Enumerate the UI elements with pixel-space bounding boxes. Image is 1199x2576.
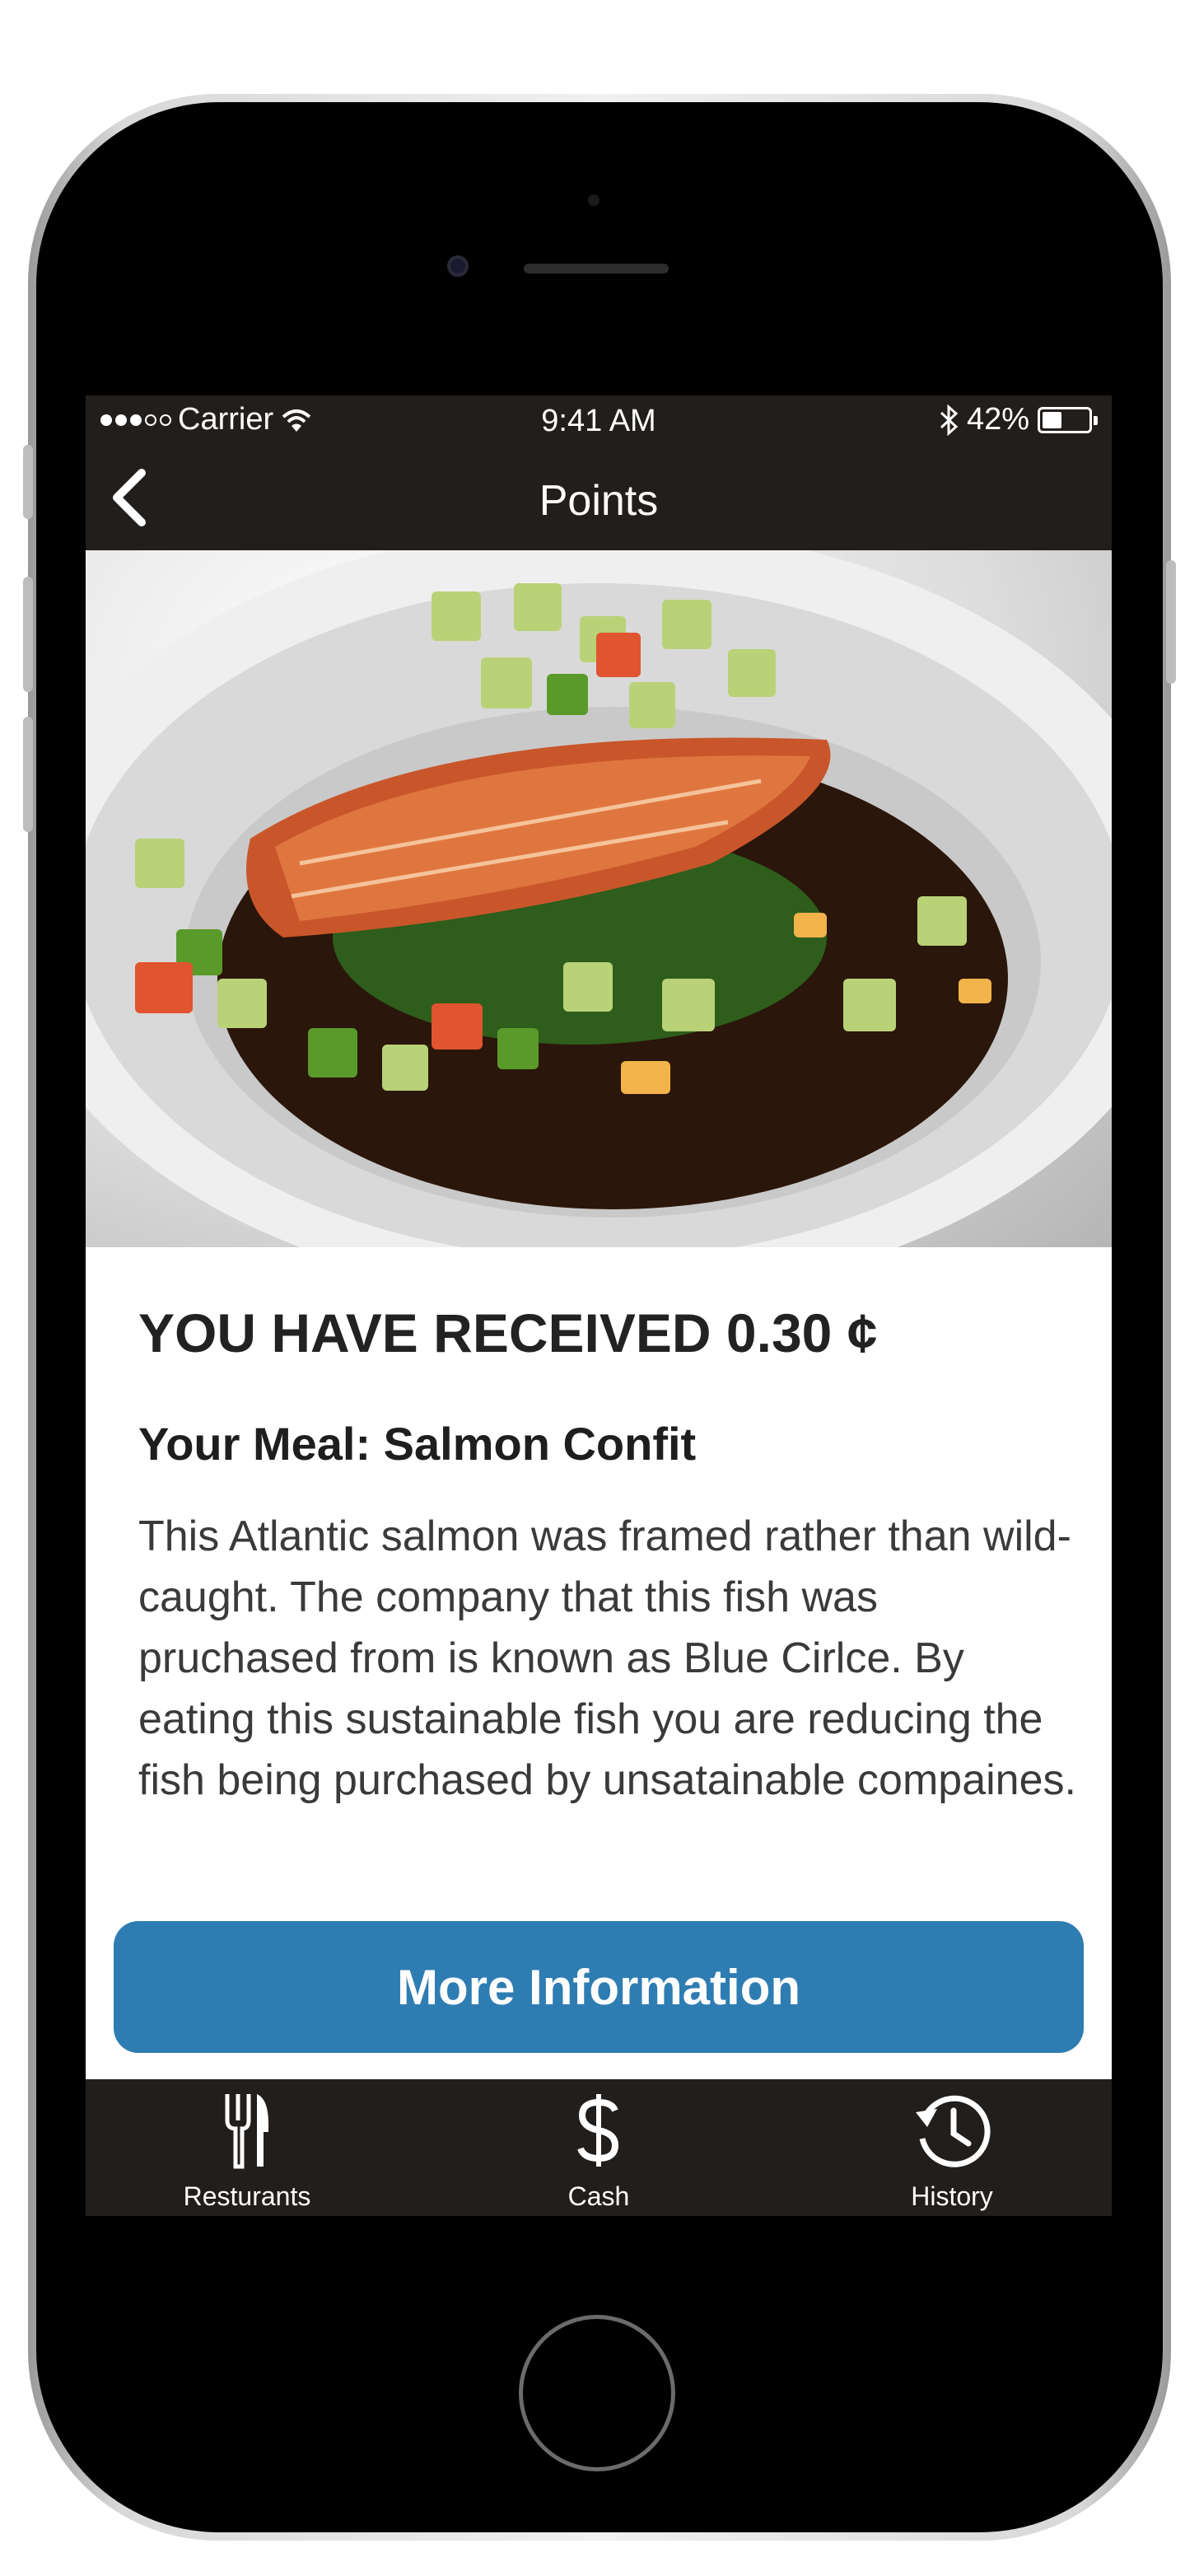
tab-restaurants[interactable]: Resturants: [124, 2079, 371, 2216]
fork-knife-icon: [124, 2089, 371, 2172]
meal-description: This Atlantic salmon was framed rather t…: [138, 1512, 1076, 1804]
mute-switch: [23, 445, 33, 519]
page-title: Points: [539, 477, 659, 525]
tab-label: Resturants: [183, 2181, 311, 2211]
meal-photo: [86, 550, 1112, 1247]
tab-label: Cash: [567, 2181, 630, 2211]
tab-bar: Resturants Cash History: [86, 2079, 1112, 2216]
tab-history[interactable]: History: [828, 2079, 1075, 2216]
meal-title: Your Meal: Salmon Confit: [138, 1418, 697, 1470]
battery-icon: [1038, 406, 1098, 433]
status-right: 42%: [939, 402, 1098, 437]
volume-up-button: [23, 577, 33, 692]
more-information-button[interactable]: More Information: [114, 1921, 1084, 2053]
bluetooth-icon: [940, 404, 959, 436]
front-camera: [447, 255, 469, 277]
battery-level: [1043, 411, 1061, 428]
dollar-icon: [475, 2089, 722, 2172]
nav-bar: Points: [86, 445, 1112, 550]
home-button[interactable]: [519, 2315, 675, 2471]
volume-down-button: [23, 717, 33, 832]
earpiece-speaker: [524, 264, 669, 273]
battery-percent: 42%: [966, 402, 1029, 437]
meal-illustration: [86, 550, 1112, 1247]
tab-cash[interactable]: Cash: [475, 2079, 722, 2216]
tab-label: History: [911, 2181, 993, 2211]
status-bar: Carrier 9:41 AM 42%: [86, 395, 1112, 445]
history-clock-icon: [828, 2089, 1075, 2172]
proximity-sensor: [588, 194, 600, 206]
power-button: [1166, 560, 1176, 684]
points-received-heading: YOU HAVE RECEIVED 0.30 ¢: [138, 1302, 878, 1363]
app-screen: Carrier 9:41 AM 42% Points YOU HAVE RECE…: [86, 395, 1112, 2216]
